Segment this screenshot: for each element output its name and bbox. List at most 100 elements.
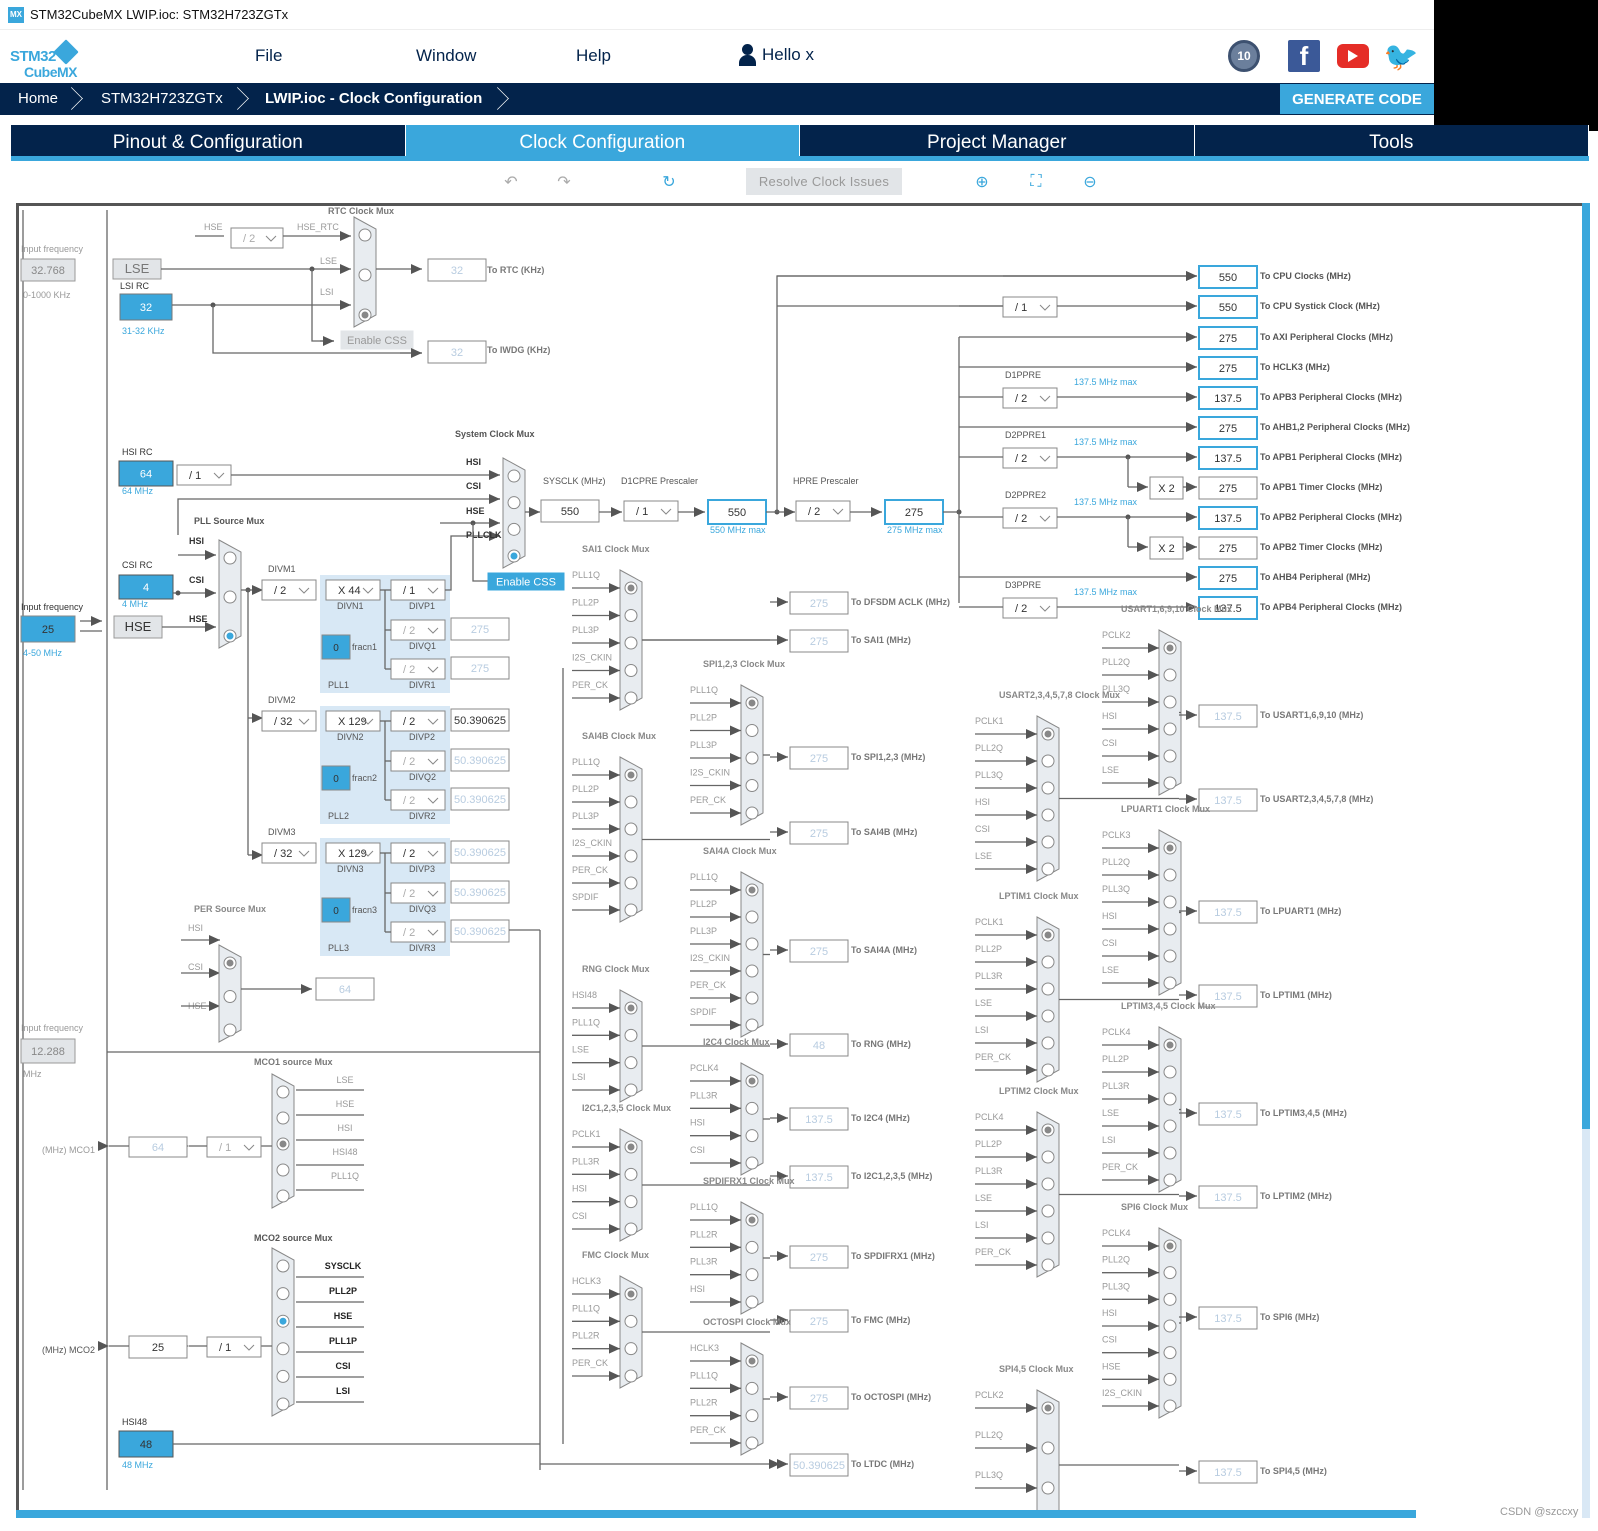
mux-radio[interactable] — [1163, 695, 1177, 709]
apb-prescaler-select[interactable] — [1002, 447, 1058, 469]
mux-radio[interactable] — [1041, 754, 1055, 768]
mux-radio[interactable] — [745, 751, 759, 765]
mux-radio[interactable] — [1163, 895, 1177, 909]
mux-radio[interactable] — [624, 664, 638, 677]
mux-radio[interactable] — [276, 1163, 290, 1177]
mux-radio[interactable] — [1163, 922, 1177, 936]
mux-radio[interactable] — [624, 903, 638, 917]
mux-radio[interactable] — [1163, 976, 1177, 990]
mux-radio[interactable] — [1041, 1009, 1055, 1023]
mux-radio[interactable] — [276, 1342, 290, 1356]
mux-radio[interactable] — [507, 496, 521, 510]
mux-radio[interactable] — [276, 1111, 290, 1125]
mux-radio[interactable] — [276, 1085, 290, 1099]
mux-radio[interactable] — [1163, 1372, 1177, 1386]
mux-radio[interactable] — [507, 469, 521, 483]
mux-radio[interactable] — [1041, 982, 1055, 996]
mux-radio[interactable] — [1163, 868, 1177, 882]
zoom-in-icon[interactable]: ⊕ — [972, 172, 992, 192]
tab-clock-configuration[interactable]: Clock Configuration — [405, 125, 800, 160]
mux-radio[interactable] — [1163, 1266, 1177, 1280]
mco1-divider-select[interactable] — [206, 1136, 262, 1158]
mux-radio[interactable] — [624, 822, 638, 836]
divr-select[interactable] — [390, 658, 446, 680]
horizontal-scrollbar-thumb[interactable] — [16, 1510, 1416, 1518]
mux-radio[interactable] — [1041, 1204, 1055, 1218]
mux-radio[interactable] — [745, 1381, 759, 1395]
mux-radio[interactable] — [624, 795, 638, 809]
mux-radio[interactable] — [624, 876, 638, 890]
mux-radio[interactable] — [745, 1409, 759, 1423]
mux-radio[interactable] — [1041, 1063, 1055, 1077]
mux-radio[interactable] — [745, 1295, 759, 1309]
mux-radio[interactable] — [624, 609, 638, 622]
divp-select[interactable] — [390, 842, 446, 864]
mux-radio[interactable] — [276, 1397, 290, 1411]
mux-radio[interactable] — [1163, 949, 1177, 963]
user-menu[interactable]: Hello x — [738, 44, 814, 66]
hpre-select[interactable] — [795, 500, 851, 522]
mux-radio[interactable] — [1163, 722, 1177, 736]
breadcrumb-current[interactable]: LWIP.ioc - Clock Configuration — [265, 83, 482, 115]
mux-radio[interactable] — [745, 937, 759, 951]
menu-help[interactable]: Help — [576, 46, 611, 66]
mux-radio[interactable] — [1041, 808, 1055, 822]
undo-icon[interactable]: ↶ — [501, 172, 521, 192]
mux-radio[interactable] — [1041, 955, 1055, 969]
hse-rtc-divider-select[interactable] — [230, 227, 284, 249]
vertical-scrollbar-thumb[interactable] — [1582, 203, 1590, 1129]
fit-to-screen-icon[interactable]: ⛶ — [1026, 172, 1046, 192]
mux-radio[interactable] — [1041, 1441, 1055, 1455]
mux-radio[interactable] — [745, 1129, 759, 1143]
mux-radio[interactable] — [1041, 1481, 1055, 1495]
mux-radio[interactable] — [745, 964, 759, 978]
mux-radio[interactable] — [276, 1369, 290, 1383]
menu-file[interactable]: File — [255, 46, 282, 66]
facebook-icon[interactable]: f — [1288, 40, 1320, 72]
mux-radio[interactable] — [223, 1023, 237, 1037]
mux-radio[interactable] — [1163, 1346, 1177, 1360]
mux-radio[interactable] — [745, 1156, 759, 1170]
divq-select[interactable] — [390, 750, 446, 772]
mux-radio[interactable] — [624, 1314, 638, 1328]
twitter-icon[interactable]: 🐦 — [1384, 40, 1419, 72]
mux-radio[interactable] — [1041, 1177, 1055, 1191]
zoom-out-icon[interactable]: ⊖ — [1080, 172, 1100, 192]
mux-radio[interactable] — [624, 1028, 638, 1042]
mux-radio[interactable] — [624, 1222, 638, 1236]
divp-select[interactable] — [390, 579, 446, 601]
menu-window[interactable]: Window — [416, 46, 476, 66]
resolve-clock-issues-button[interactable]: Resolve Clock Issues — [746, 168, 902, 195]
mux-radio[interactable] — [1041, 835, 1055, 849]
mux-radio[interactable] — [358, 268, 372, 282]
mux-radio[interactable] — [1041, 1231, 1055, 1245]
mux-radio[interactable] — [1163, 1319, 1177, 1333]
mux-radio[interactable] — [745, 1240, 759, 1254]
apb-prescaler-select[interactable] — [1002, 296, 1058, 318]
mux-radio[interactable] — [1163, 1065, 1177, 1079]
tab-tools[interactable]: Tools — [1194, 125, 1589, 160]
mux-radio[interactable] — [624, 1056, 638, 1070]
mux-radio[interactable] — [745, 779, 759, 792]
mux-radio[interactable] — [1163, 668, 1177, 682]
tab-pinout[interactable]: Pinout & Configuration — [11, 125, 406, 160]
mux-radio[interactable] — [223, 551, 237, 565]
mux-radio[interactable] — [745, 1101, 759, 1115]
mux-radio[interactable] — [745, 991, 759, 1005]
mux-radio[interactable] — [624, 849, 638, 863]
d1cpre-select[interactable] — [623, 500, 679, 522]
mux-radio[interactable] — [1163, 1292, 1177, 1306]
mux-radio[interactable] — [624, 1369, 638, 1383]
mux-radio[interactable] — [745, 806, 759, 820]
mux-radio[interactable] — [624, 691, 638, 705]
mux-radio[interactable] — [745, 1268, 759, 1282]
redo-icon[interactable]: ↷ — [554, 172, 574, 192]
mux-radio[interactable] — [1163, 1146, 1177, 1160]
mux-radio[interactable] — [745, 1436, 759, 1450]
mux-radio[interactable] — [1163, 1173, 1177, 1187]
mux-radio[interactable] — [276, 1287, 290, 1301]
mux-radio[interactable] — [1163, 749, 1177, 763]
divm-select[interactable] — [261, 579, 317, 601]
tab-project-manager[interactable]: Project Manager — [800, 125, 1195, 160]
breadcrumb-device[interactable]: STM32H723ZGTx — [101, 83, 223, 115]
